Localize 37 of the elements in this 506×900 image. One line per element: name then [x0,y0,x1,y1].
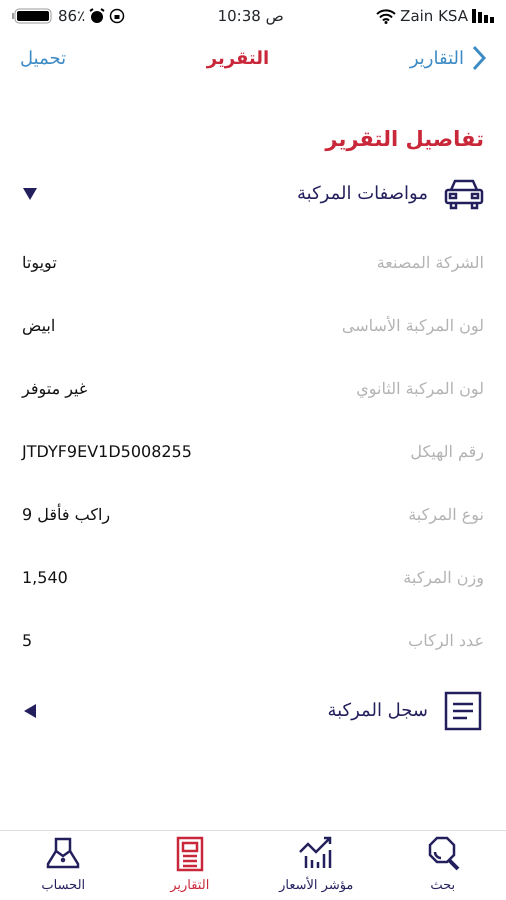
tab-item[interactable]: بحث [388,834,498,896]
carrier-name: Zain KSA [400,6,468,27]
field-label: لون المركبة الأساسى [342,314,484,337]
alarm-icon [89,8,106,24]
section-header[interactable]: مواصفات المركبة [0,156,506,232]
field-value: 1,540 [22,567,68,590]
field-value: ابيض [22,315,56,338]
field-label: رقم الهيكل [410,441,484,463]
back-link[interactable]: التقارير [410,44,486,72]
battery-icon [12,8,54,24]
tab-item[interactable]: الحساب [8,834,118,896]
document-icon [444,690,484,730]
field-label: لون المركبة الثانوي [356,378,484,400]
field-value: 9 راكب فأقل [22,502,110,526]
signal-icon [472,9,494,23]
section-title: مواصفات المركبة [297,182,428,206]
field-label: وزن المركبة [403,567,484,589]
field-value: تويوتا [22,252,57,274]
field-label: عدد الركاب [408,630,484,652]
car-icon [444,178,484,210]
battery-percentage: 86٪ [58,6,86,27]
rotation-lock-icon [109,8,126,24]
section-header[interactable]: سجل المركبة [0,672,506,748]
field-value: غير متوفر [22,378,88,400]
section-title: سجل المركبة [327,699,428,723]
report-heading: تفاصيل التقرير [324,126,485,154]
field-label: نوع المركبة [408,504,484,526]
field-value: JTDYF9EV1D5008255 [22,441,192,464]
tab-item[interactable]: التقارير [134,834,245,896]
back-chevron-icon [472,45,486,71]
tab-item[interactable]: مؤشر الأسعار [261,834,372,896]
page-title: التقرير [206,46,270,70]
field-label: الشركة المصنعة [376,252,484,274]
wifi-icon [376,8,396,24]
status-time: 10:38 ص [218,6,284,27]
download-link[interactable]: تحميل [20,44,66,72]
field-value: 5 [22,630,32,652]
